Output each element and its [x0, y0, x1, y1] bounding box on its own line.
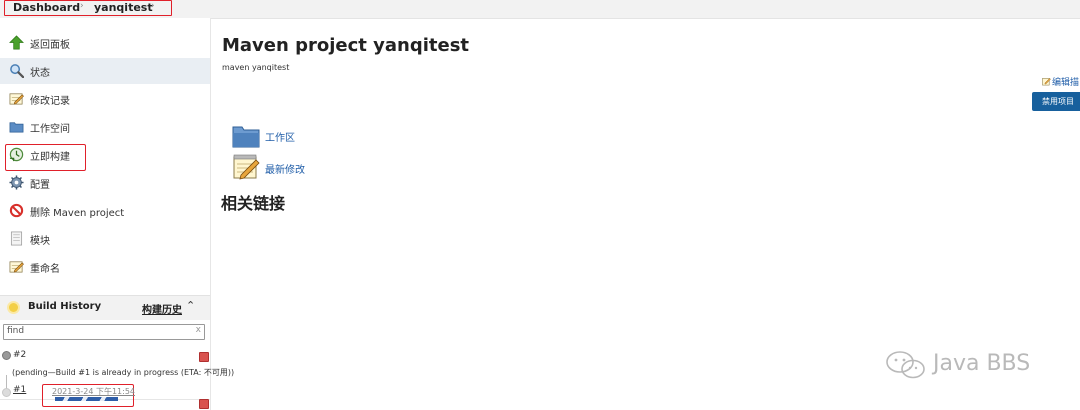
build-pending-status: (pending—Build #1 is already in progress…	[12, 368, 235, 377]
build-number-link[interactable]: #1	[13, 385, 26, 395]
sidebar-item-status[interactable]: 状态	[0, 58, 210, 84]
sidebar-item-label: 模块	[30, 236, 50, 247]
build-search-input[interactable]: find x	[3, 324, 205, 340]
build-history-title: Build History	[28, 301, 102, 312]
notepad-icon	[9, 93, 24, 105]
folder-icon	[232, 126, 260, 148]
build-date-link[interactable]: 2021-3-24 下午11:54	[52, 386, 135, 397]
no-entry-icon	[9, 203, 24, 218]
sidebar-item-label: 删除 Maven project	[30, 208, 125, 219]
sidebar-item-back-to-dashboard[interactable]: 返回面板	[0, 30, 210, 56]
sidebar-item-label: 状态	[30, 68, 50, 79]
sidebar-item-configure[interactable]: 配置	[0, 170, 210, 196]
build-trend-link[interactable]: 构建历史	[142, 301, 182, 316]
build-number-link[interactable]: #2	[13, 350, 26, 360]
weather-sun-icon	[9, 303, 18, 312]
notepad-icon	[233, 154, 260, 180]
breadcrumb-separator-icon[interactable]: ›	[151, 1, 155, 11]
edit-icon[interactable]	[1042, 77, 1051, 86]
build-now-highlight	[5, 144, 86, 171]
gear-icon	[9, 175, 24, 190]
cancel-build-icon[interactable]	[199, 399, 209, 409]
breadcrumb-project[interactable]: yanqitest	[94, 1, 153, 14]
cancel-build-icon[interactable]	[199, 352, 209, 362]
folder-icon	[9, 122, 24, 133]
wechat-icon	[886, 351, 925, 379]
page-title: Maven project yanqitest	[222, 35, 470, 56]
sidebar-item-label: 修改记录	[30, 96, 70, 107]
build-search-placeholder: find	[7, 326, 25, 336]
breadcrumb-bar: Dashboard › yanqitest ›	[0, 0, 1080, 19]
document-icon	[10, 231, 23, 246]
sidebar-item-workspace[interactable]: 工作空间	[0, 114, 210, 140]
disable-project-button[interactable]: 禁用项目	[1032, 92, 1080, 111]
build-status-pending-icon	[2, 351, 11, 360]
sidebar-item-label: 配置	[30, 180, 50, 191]
sidebar-item-changes[interactable]: 修改记录	[0, 86, 210, 112]
up-arrow-icon	[9, 35, 24, 50]
build-progress-bar[interactable]	[55, 397, 118, 401]
sidebar-item-rename[interactable]: 重命名	[0, 254, 210, 280]
breadcrumb-dashboard[interactable]: Dashboard	[13, 1, 80, 14]
sidebar-item-label: 重命名	[30, 264, 60, 275]
workspace-link-label[interactable]: 工作区	[265, 129, 295, 144]
edit-description-link[interactable]: 编辑描	[1052, 75, 1079, 88]
build-status-running-icon	[2, 388, 11, 397]
sidebar-item-delete-project[interactable]: 删除 Maven project	[0, 198, 210, 224]
watermark-text: Java BBS	[933, 351, 1031, 376]
build-history-header: Build History 构建历史 ⌃	[0, 295, 210, 320]
breadcrumb-separator-icon[interactable]: ›	[80, 1, 84, 11]
notepad-icon	[9, 261, 24, 273]
latest-changes-link-label[interactable]: 最新修改	[265, 161, 305, 176]
project-description: maven yanqitest	[222, 63, 290, 72]
clear-search-icon[interactable]: x	[196, 325, 201, 335]
magnifier-icon	[10, 64, 24, 78]
sidebar-item-modules[interactable]: 模块	[0, 226, 210, 252]
sidebar-item-label: 返回面板	[30, 40, 70, 51]
chevron-up-icon[interactable]: ⌃	[186, 299, 195, 312]
sidebar-item-label: 工作空间	[30, 124, 70, 135]
related-links-heading: 相关链接	[221, 194, 286, 213]
sidebar: 返回面板 状态 修改记录 工作空间 立即构建 配置 删除 Maven proje…	[0, 18, 234, 410]
